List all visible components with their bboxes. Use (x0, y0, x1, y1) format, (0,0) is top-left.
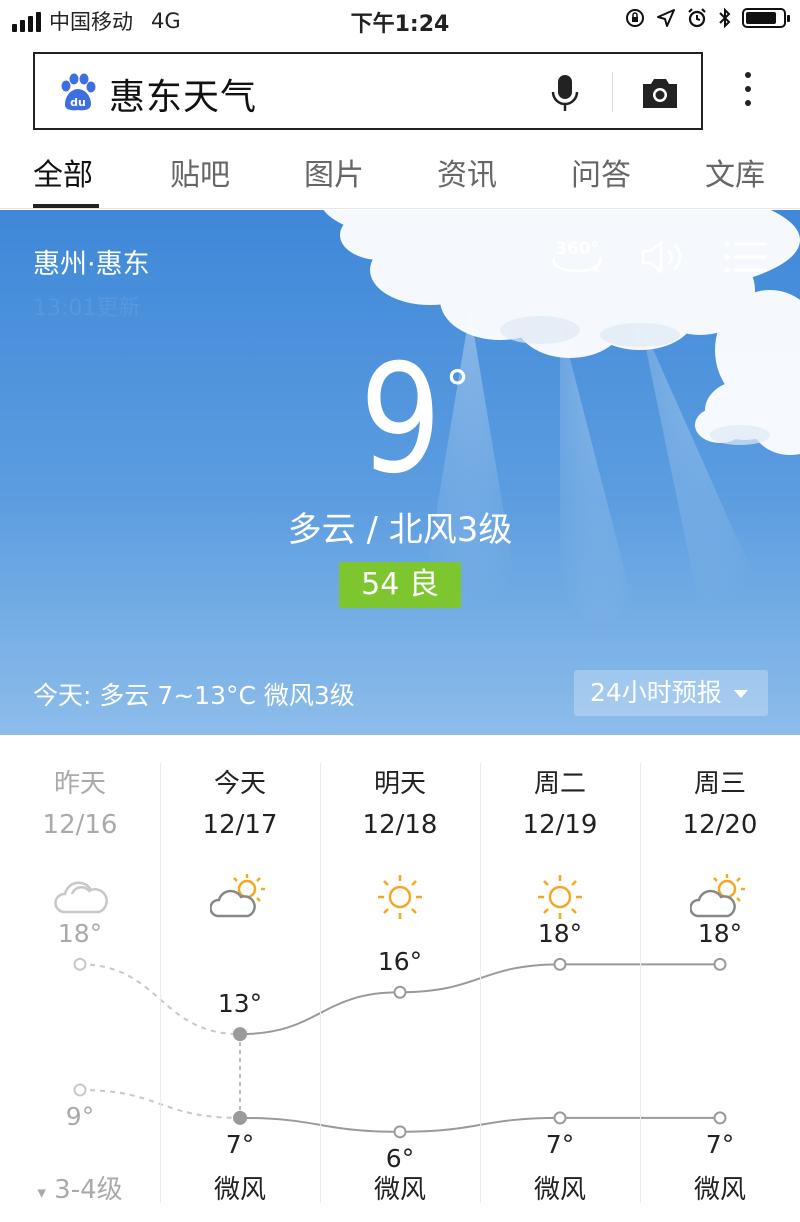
low-temp-label: 9° (65, 1101, 95, 1131)
partly-sunny-icon (210, 874, 265, 918)
day-date: 12/16 (42, 810, 118, 840)
caret-down-icon (733, 690, 748, 698)
day-date: 12/20 (682, 810, 758, 840)
wind-level: 微风 (213, 1175, 266, 1205)
day-name: 今天 (213, 769, 266, 799)
location-icon (657, 9, 675, 27)
wind-level: 微风 (693, 1175, 746, 1205)
camera-icon[interactable] (640, 76, 680, 110)
hourly-forecast-label: 24小时预报 (590, 678, 722, 707)
baidu-logo-icon: du (61, 73, 96, 111)
air-quality-badge[interactable]: 54 良 (339, 562, 461, 608)
day-name: 周二 (533, 769, 586, 799)
hourly-forecast-button[interactable]: 24小时预报 (574, 670, 768, 716)
high-temp-point (393, 985, 407, 999)
day-date: 12/17 (202, 810, 278, 840)
cloud-icon (54, 881, 108, 914)
day-name: 昨天 (53, 769, 106, 799)
day-name: 周三 (693, 769, 746, 799)
low-temp-point (233, 1110, 247, 1125)
tab-qa[interactable]: 问答 (571, 150, 631, 194)
location-label[interactable]: 惠州·惠东 (33, 242, 150, 281)
high-temp-label: 13° (217, 989, 263, 1019)
daily-forecast: 18° 9° 13° 7° 16° 6° 18° 7° 18° 7° 昨天 12/16 ▾ 3-4… (0, 735, 800, 1222)
sun-icon (378, 875, 422, 919)
low-temp-point (73, 1083, 87, 1097)
day-date: 12/19 (522, 810, 598, 840)
tab-divider (0, 208, 800, 209)
high-temp-point (713, 957, 727, 971)
battery-icon (742, 8, 790, 28)
high-temp-point (553, 957, 567, 971)
update-time: 13:01更新 (33, 296, 141, 321)
low-temp-label: 7° (705, 1129, 735, 1159)
low-temp-point (553, 1111, 567, 1125)
temperature-value: 9 (359, 333, 442, 507)
high-temp-point (73, 957, 87, 971)
wind-text: 3-4级 (54, 1175, 123, 1205)
list-menu-icon[interactable] (724, 240, 768, 274)
tab-images[interactable]: 图片 (304, 150, 364, 194)
more-menu-icon[interactable] (738, 72, 758, 112)
panorama-360-label: 360° (555, 239, 599, 259)
high-temp-label: 18° (57, 919, 103, 949)
search-divider (612, 72, 613, 112)
weather-card[interactable]: 惠州·惠东 13:01更新 360° 9 ° 多云 / 北风3级 54 良 今天… (0, 210, 800, 735)
low-temp-point (393, 1125, 407, 1139)
speaker-icon[interactable] (640, 238, 686, 276)
rotation-lock-icon (626, 9, 644, 27)
high-temp-label: 18° (537, 919, 583, 949)
status-right (624, 7, 790, 29)
partly-sunny-icon (690, 874, 745, 918)
alarm-icon (688, 8, 706, 28)
current-temperature: 9 (0, 345, 800, 495)
bluetooth-icon (719, 7, 731, 29)
low-temp-point (713, 1111, 727, 1125)
wind-level: ▾ 3-4级 (37, 1175, 123, 1205)
weather-condition: 多云 / 北风3级 (287, 510, 513, 550)
tab-wenku[interactable]: 文库 (705, 150, 765, 194)
high-temp-point (233, 1027, 247, 1042)
wind-level: 微风 (373, 1175, 426, 1205)
high-temp-label: 16° (377, 947, 423, 977)
day-name: 明天 (373, 769, 426, 799)
search-bar[interactable]: du 惠东天气 (33, 52, 703, 130)
low-temp-label: 7° (545, 1129, 575, 1159)
tab-bar: 全部 贴吧 图片 资讯 问答 文库 (0, 140, 800, 210)
degree-symbol: ° (445, 360, 470, 418)
day-date: 12/18 (362, 810, 438, 840)
low-temp-label: 7° (225, 1129, 255, 1159)
sun-icon (538, 875, 582, 919)
svg-text:du: du (70, 96, 86, 109)
search-input[interactable]: 惠东天气 (109, 68, 257, 120)
tab-tieba[interactable]: 贴吧 (170, 150, 230, 194)
panorama-360-icon[interactable]: 360° (548, 236, 606, 276)
high-temp-label: 18° (697, 919, 743, 949)
wind-level: 微风 (533, 1175, 586, 1205)
status-bar: 中国移动 4G 下午1:24 (0, 0, 800, 40)
microphone-icon[interactable] (550, 74, 580, 112)
tab-news[interactable]: 资讯 (437, 150, 497, 194)
tab-all[interactable]: 全部 (33, 150, 93, 194)
today-summary: 今天: 多云 7~13°C 微风3级 (33, 681, 355, 710)
